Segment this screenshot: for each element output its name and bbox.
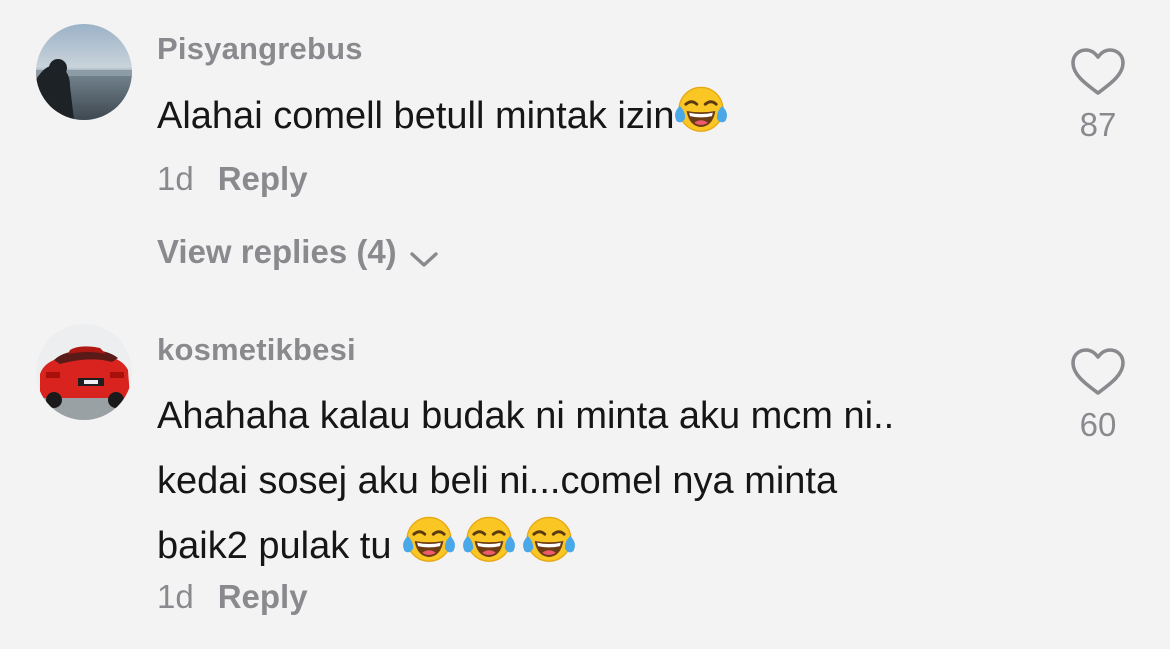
comment-text-content: Alahai comell betull mintak izin	[157, 95, 675, 137]
face-with-tears-of-joy-icon	[522, 514, 576, 568]
like-count: 87	[1079, 106, 1117, 143]
comment-meta: 1d Reply	[157, 578, 308, 616]
like-control: 87	[1062, 46, 1134, 144]
avatar[interactable]	[36, 324, 132, 420]
comment-item: kosmetikbesi Ahahaha kalau budak ni mint…	[0, 300, 1170, 649]
comment-text-line: baik2 pulak tu	[157, 525, 403, 567]
comment-text: Alahai comell betull mintak izin	[157, 84, 1037, 149]
comment-timestamp: 1d	[157, 160, 194, 197]
comment-meta: 1d Reply	[157, 160, 308, 198]
comment-text-line-last: baik2 pulak tu	[157, 514, 1037, 579]
comment-timestamp: 1d	[157, 578, 194, 615]
comment-text-line: kedai sosej aku beli ni...comel nya mint…	[157, 460, 838, 502]
view-replies-button[interactable]: View replies (4)	[157, 233, 441, 271]
face-with-tears-of-joy-icon	[674, 84, 728, 138]
reply-button[interactable]: Reply	[218, 160, 308, 197]
reply-button[interactable]: Reply	[218, 578, 308, 615]
comment-username[interactable]: kosmetikbesi	[157, 332, 356, 368]
like-count: 60	[1079, 406, 1117, 443]
like-control: 60	[1062, 346, 1134, 444]
chevron-down-icon	[407, 241, 441, 267]
comment-text: Ahahaha kalau budak ni minta aku mcm ni.…	[157, 384, 1037, 579]
heart-icon[interactable]	[1069, 346, 1127, 398]
heart-icon[interactable]	[1069, 46, 1127, 98]
comment-item: Pisyangrebus Alahai comell betull mintak…	[0, 0, 1170, 300]
comment-username[interactable]: Pisyangrebus	[157, 31, 363, 67]
face-with-tears-of-joy-icon	[402, 514, 456, 568]
face-with-tears-of-joy-icon	[462, 514, 516, 568]
comment-text-line: Ahahaha kalau budak ni minta aku mcm ni.…	[157, 395, 895, 437]
avatar[interactable]	[36, 24, 132, 120]
view-replies-label: View replies (4)	[157, 233, 397, 270]
